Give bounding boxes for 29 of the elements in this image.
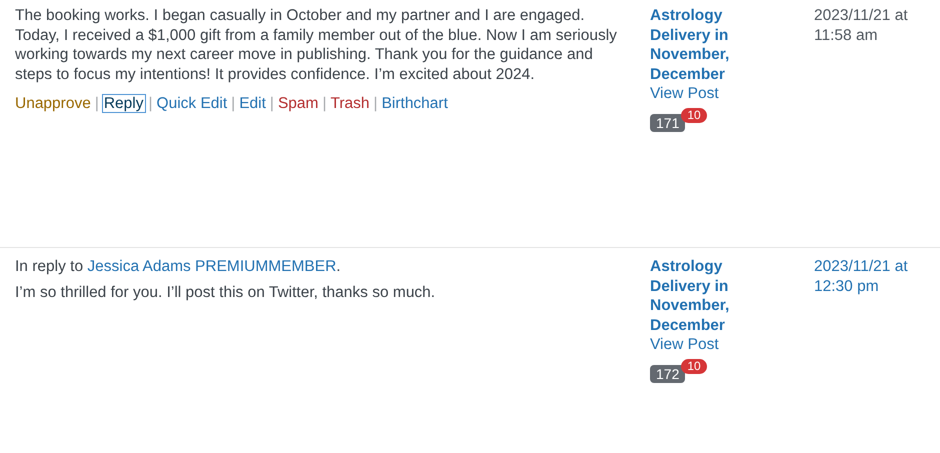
- comment-date-link[interactable]: 2023/11/21 at: [814, 6, 908, 26]
- comment-text: The booking works. I began casually in October and my partner and I are engaged. Today, I received a $1,000 gift from a family member out of the blue. Now I am seriously working towards my next career move in publishing. Thank you for the guidance and steps to focus my intentions! It provides confidence. I’m excited about 2024.: [15, 6, 618, 84]
- action-link[interactable]: Reply: [102, 95, 144, 112]
- action-link[interactable]: Trash: [330, 95, 370, 112]
- separator: |: [270, 95, 274, 112]
- post-title-link[interactable]: Astrology Delivery in November, December: [650, 6, 770, 84]
- action-link[interactable]: Unapprove: [15, 95, 91, 112]
- in-reply-to-text: In reply to Jessica Adams PREMIUMMEMBER.: [15, 257, 342, 276]
- view-post-link[interactable]: View Post: [650, 335, 719, 354]
- separator: |: [94, 95, 99, 112]
- comment-date-link[interactable]: 2023/11/21 at: [814, 257, 908, 276]
- separator: |: [148, 95, 153, 112]
- action-link[interactable]: Birthchart: [382, 95, 448, 112]
- pending-comments-count[interactable]: 10: [681, 358, 707, 374]
- separator: |: [374, 95, 378, 112]
- view-post-link[interactable]: View Post: [650, 84, 719, 104]
- approved-comments-count[interactable]: 171: [650, 114, 686, 132]
- comment-text: I’m so thrilled for you. I’ll post this on Twitter, thanks so much.: [15, 282, 436, 302]
- action-link[interactable]: Quick Edit: [156, 95, 228, 112]
- action-link[interactable]: Spam: [278, 95, 318, 112]
- comment-time-link[interactable]: 12:30 pm: [814, 276, 879, 296]
- approved-comments-count[interactable]: 172: [650, 364, 686, 382]
- author-link[interactable]: Jessica Adams PREMIUMMEMBER: [87, 258, 336, 275]
- pending-comments-count[interactable]: 10: [681, 108, 707, 122]
- comment-time-link[interactable]: 11:58 am: [814, 26, 878, 45]
- separator: |: [322, 95, 326, 112]
- post-title-link[interactable]: Astrology Delivery in November, December: [650, 257, 770, 335]
- action-link[interactable]: Edit: [239, 95, 266, 112]
- separator: |: [231, 95, 236, 112]
